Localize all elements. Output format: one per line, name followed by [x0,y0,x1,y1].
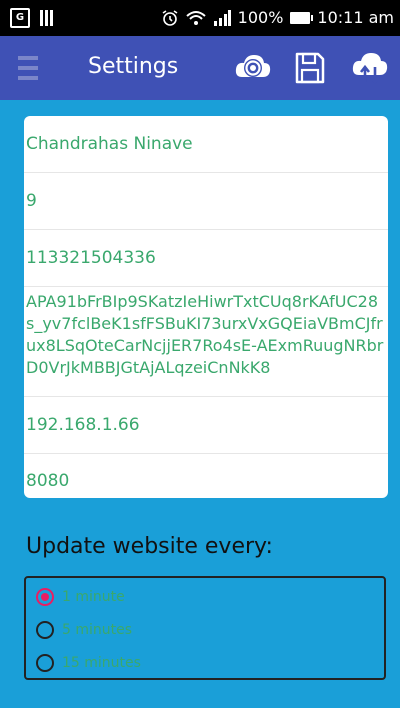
field-id-value: 113321504336 [26,248,156,268]
radio-button[interactable] [36,654,54,672]
field-port-value: 8080 [26,471,70,491]
radio-label: 5 minutes [62,622,133,638]
status-bar-right: 100% 10:11 am [161,8,394,27]
field-token-row[interactable]: APA91bFrBIp9SKatzIeHiwrTxtCUq8rKAfUC28s_… [24,287,388,397]
menu-icon[interactable] [18,56,38,80]
field-token-value: APA91bFrBIp9SKatzIeHiwrTxtCUq8rKAfUC28s_… [26,292,384,377]
cloud-sync-button[interactable] [350,48,390,88]
radio-label: 1 minute [62,589,125,605]
field-port-row[interactable]: 8080 [24,454,388,498]
radio-label: 15 minutes [62,655,141,671]
wifi-icon [185,10,206,25]
battery-icon [290,11,314,24]
signal-icon [213,9,231,26]
update-frequency-label: Update website every: [26,534,273,559]
update-frequency-group: 1 minute 5 minutes 15 minutes [24,576,386,680]
radio-button-checked[interactable] [36,588,54,606]
page-title: Settings [88,54,179,79]
refresh-cloud-icon [235,55,271,77]
field-name-value: Chandrahas Ninave [26,134,193,154]
field-number-row[interactable]: 9 [24,173,388,230]
status-time: 10:11 am [317,8,394,27]
refresh-cloud-button[interactable] [233,48,273,88]
alarm-icon [162,9,178,26]
radio-option-15-minutes[interactable]: 15 minutes [36,649,141,677]
save-icon [295,52,325,84]
radio-option-5-minutes[interactable]: 5 minutes [36,616,132,644]
field-ip-row[interactable]: 192.168.1.66 [24,397,388,454]
radio-button[interactable] [36,621,54,639]
status-bar: G 100% 10:11 am [0,0,400,36]
save-button[interactable] [290,48,330,88]
radio-option-1-minute[interactable]: 1 minute [36,583,125,611]
field-number-value: 9 [26,191,37,211]
field-id-row[interactable]: 113321504336 [24,230,388,287]
barcode-icon [40,10,53,26]
g-plus-icon: G [10,8,30,28]
field-ip-value: 192.168.1.66 [26,415,140,435]
field-name-row[interactable]: Chandrahas Ninave [24,116,388,173]
settings-card: Chandrahas Ninave 9 113321504336 APA91bF… [24,116,388,498]
battery-percent: 100% [237,8,284,27]
cloud-sync-icon [352,53,388,85]
status-bar-left: G [10,8,53,28]
toolbar: Settings [0,36,400,100]
